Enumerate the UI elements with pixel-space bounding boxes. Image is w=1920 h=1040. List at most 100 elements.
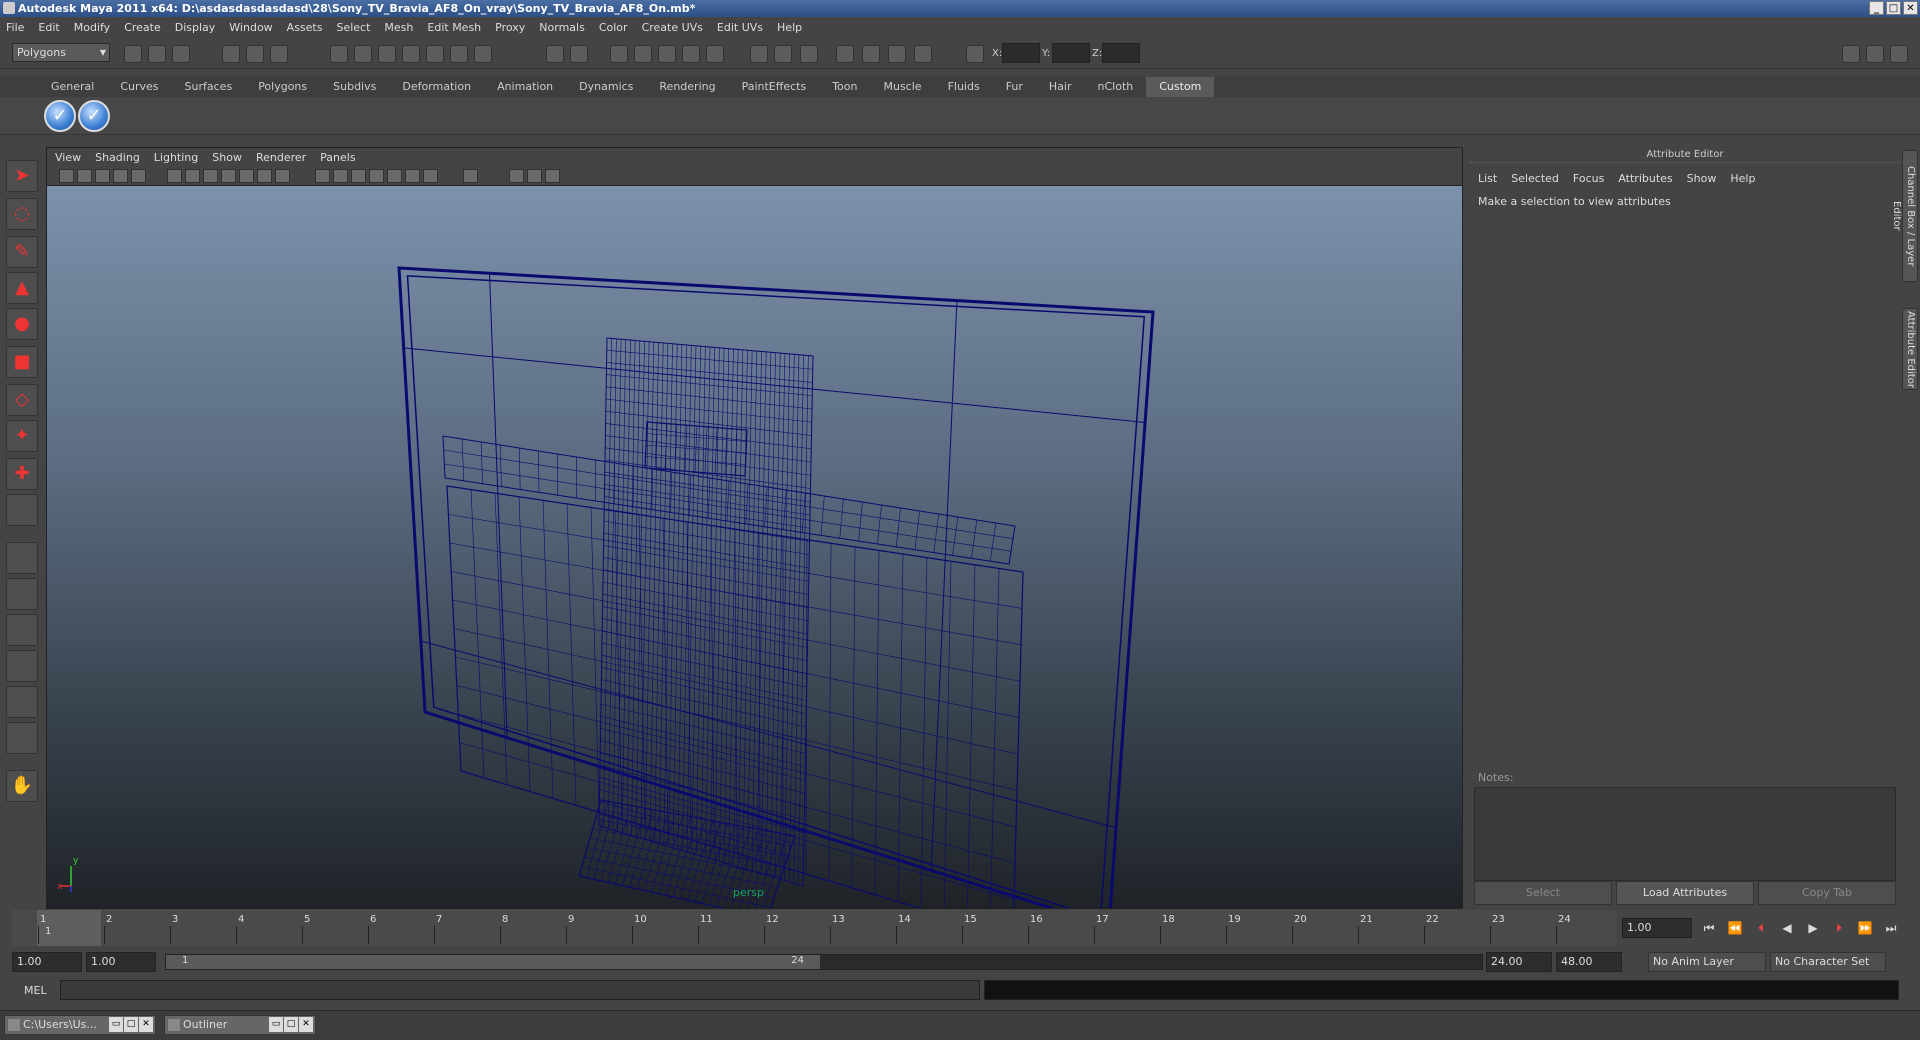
menu-color[interactable]: Color: [599, 21, 628, 34]
attr-menu-selected[interactable]: Selected: [1511, 172, 1559, 185]
tab-attribute-editor[interactable]: Attribute Editor: [1902, 308, 1918, 390]
menu-assets[interactable]: Assets: [287, 21, 323, 34]
minimize-button[interactable]: _: [1869, 1, 1884, 15]
shelf-check-button-1[interactable]: ✓: [44, 100, 76, 132]
tab-dynamics[interactable]: Dynamics: [566, 77, 646, 97]
render-current-frame-icon[interactable]: [610, 45, 628, 63]
z-field[interactable]: [1102, 43, 1140, 63]
panel-menu-panels[interactable]: Panels: [320, 151, 355, 164]
menu-help[interactable]: Help: [777, 21, 802, 34]
safe-action-icon[interactable]: [257, 169, 272, 183]
tab-subdivs[interactable]: Subdivs: [320, 77, 389, 97]
menu-modify[interactable]: Modify: [74, 21, 110, 34]
current-frame-field[interactable]: 1.00: [1622, 918, 1692, 938]
step-back-frame-icon[interactable]: ⏪: [1724, 918, 1746, 938]
tab-animation[interactable]: Animation: [484, 77, 566, 97]
menu-proxy[interactable]: Proxy: [495, 21, 525, 34]
lights-icon[interactable]: [387, 169, 402, 183]
safe-title-icon[interactable]: [275, 169, 290, 183]
tab-rendering[interactable]: Rendering: [646, 77, 728, 97]
start-time-field[interactable]: 1.00: [12, 952, 82, 972]
menu-set-select[interactable]: Polygons ▼: [12, 43, 110, 62]
resolution-gate-icon[interactable]: [203, 169, 218, 183]
universal-manipulator-icon[interactable]: ◇: [6, 384, 38, 416]
select-hierarchy-icon[interactable]: [222, 45, 240, 63]
restore-button[interactable]: ▭: [269, 1017, 283, 1032]
render-settings-icon[interactable]: [658, 45, 676, 63]
tab-painteffects[interactable]: PaintEffects: [729, 77, 820, 97]
step-back-key-icon[interactable]: ⏴: [1750, 918, 1772, 938]
tab-ncloth[interactable]: nCloth: [1085, 77, 1147, 97]
minimized-window-script-path[interactable]: C:\Users\Us... ▭ □ ✕: [4, 1015, 156, 1035]
paint-select-tool-icon[interactable]: ✎: [6, 236, 38, 268]
menu-create-uvs[interactable]: Create UVs: [642, 21, 703, 34]
snap-grid-icon[interactable]: [330, 45, 348, 63]
snap-curve-icon[interactable]: [354, 45, 372, 63]
attr-menu-focus[interactable]: Focus: [1573, 172, 1604, 185]
tab-curves[interactable]: Curves: [107, 77, 171, 97]
shadows-icon[interactable]: [405, 169, 420, 183]
isolate-select-icon[interactable]: [463, 169, 478, 183]
menu-mesh[interactable]: Mesh: [384, 21, 413, 34]
panel-menu-view[interactable]: View: [55, 151, 81, 164]
step-forward-key-icon[interactable]: ⏵: [1828, 918, 1850, 938]
smooth-shade-icon[interactable]: [333, 169, 348, 183]
select-tool-icon[interactable]: ➤: [6, 160, 38, 192]
wireframe-on-shaded-icon[interactable]: [351, 169, 366, 183]
command-input[interactable]: [60, 980, 980, 1000]
lock-icon[interactable]: [546, 45, 564, 63]
persp-graph-hypergraph-layout-icon[interactable]: [6, 722, 38, 754]
toggle-tool-settings-icon[interactable]: [1866, 45, 1884, 63]
maximize-button[interactable]: □: [284, 1017, 298, 1032]
snap-point-icon[interactable]: [378, 45, 396, 63]
menu-edit[interactable]: Edit: [38, 21, 59, 34]
tab-deformation[interactable]: Deformation: [389, 77, 484, 97]
menu-display[interactable]: Display: [175, 21, 216, 34]
four-view-layout-icon[interactable]: [6, 578, 38, 610]
panel-menu-show[interactable]: Show: [212, 151, 242, 164]
move-tool-icon[interactable]: ▲: [6, 272, 38, 304]
ipr-render-icon[interactable]: [634, 45, 652, 63]
hand-tool-icon[interactable]: ✋: [6, 770, 38, 802]
character-set-select[interactable]: No Character Set: [1770, 952, 1886, 972]
time-slider[interactable]: 1 1 2 3 4 5 6 7 8 9 10 11 12 13 14 15 16 17 18 19 20 21 22 23 2…: [12, 910, 1617, 946]
go-to-end-icon[interactable]: ⏭: [1880, 918, 1902, 938]
xray-components-icon[interactable]: [545, 169, 560, 183]
shelf-check-button-2[interactable]: ✓: [78, 100, 110, 132]
go-to-start-icon[interactable]: ⏮: [1698, 918, 1720, 938]
bookmark-icon[interactable]: [95, 169, 110, 183]
panel-menu-renderer[interactable]: Renderer: [256, 151, 306, 164]
anim-layer-select[interactable]: No Anim Layer: [1648, 952, 1766, 972]
xray-joints-icon[interactable]: [527, 169, 542, 183]
tab-surfaces[interactable]: Surfaces: [172, 77, 246, 97]
single-perspective-layout-icon[interactable]: [6, 542, 38, 574]
tab-fur[interactable]: Fur: [993, 77, 1036, 97]
play-backwards-icon[interactable]: ◀: [1776, 918, 1798, 938]
graph-editor-icon[interactable]: [862, 45, 880, 63]
grid-icon[interactable]: [167, 169, 182, 183]
menu-edit-mesh[interactable]: Edit Mesh: [427, 21, 481, 34]
history-icon[interactable]: [450, 45, 468, 63]
menu-create[interactable]: Create: [124, 21, 161, 34]
mel-label[interactable]: MEL: [24, 984, 47, 997]
panel-menu-shading[interactable]: Shading: [95, 151, 140, 164]
hypershade-icon[interactable]: [682, 45, 700, 63]
scale-tool-icon[interactable]: ■: [6, 346, 38, 378]
x-field[interactable]: [1002, 43, 1040, 63]
toggle-channel-box-icon[interactable]: [1890, 45, 1908, 63]
copy-tab-button[interactable]: Copy Tab: [1758, 881, 1896, 905]
hypershade-persp-layout-icon[interactable]: [6, 686, 38, 718]
transform-numeric-icon[interactable]: [966, 45, 984, 63]
snap-plane-icon[interactable]: [402, 45, 420, 63]
notes-textarea[interactable]: [1474, 787, 1896, 881]
save-scene-icon[interactable]: [172, 45, 190, 63]
close-button[interactable]: ✕: [1903, 1, 1918, 15]
menu-normals[interactable]: Normals: [539, 21, 585, 34]
lasso-tool-icon[interactable]: ◌: [6, 198, 38, 230]
field-chart-icon[interactable]: [239, 169, 254, 183]
play-forwards-icon[interactable]: ▶: [1802, 918, 1824, 938]
menu-edit-uvs[interactable]: Edit UVs: [717, 21, 763, 34]
tab-fluids[interactable]: Fluids: [935, 77, 993, 97]
persp-outliner-layout-icon[interactable]: [6, 614, 38, 646]
two-d-pan-zoom-icon[interactable]: [131, 169, 146, 183]
